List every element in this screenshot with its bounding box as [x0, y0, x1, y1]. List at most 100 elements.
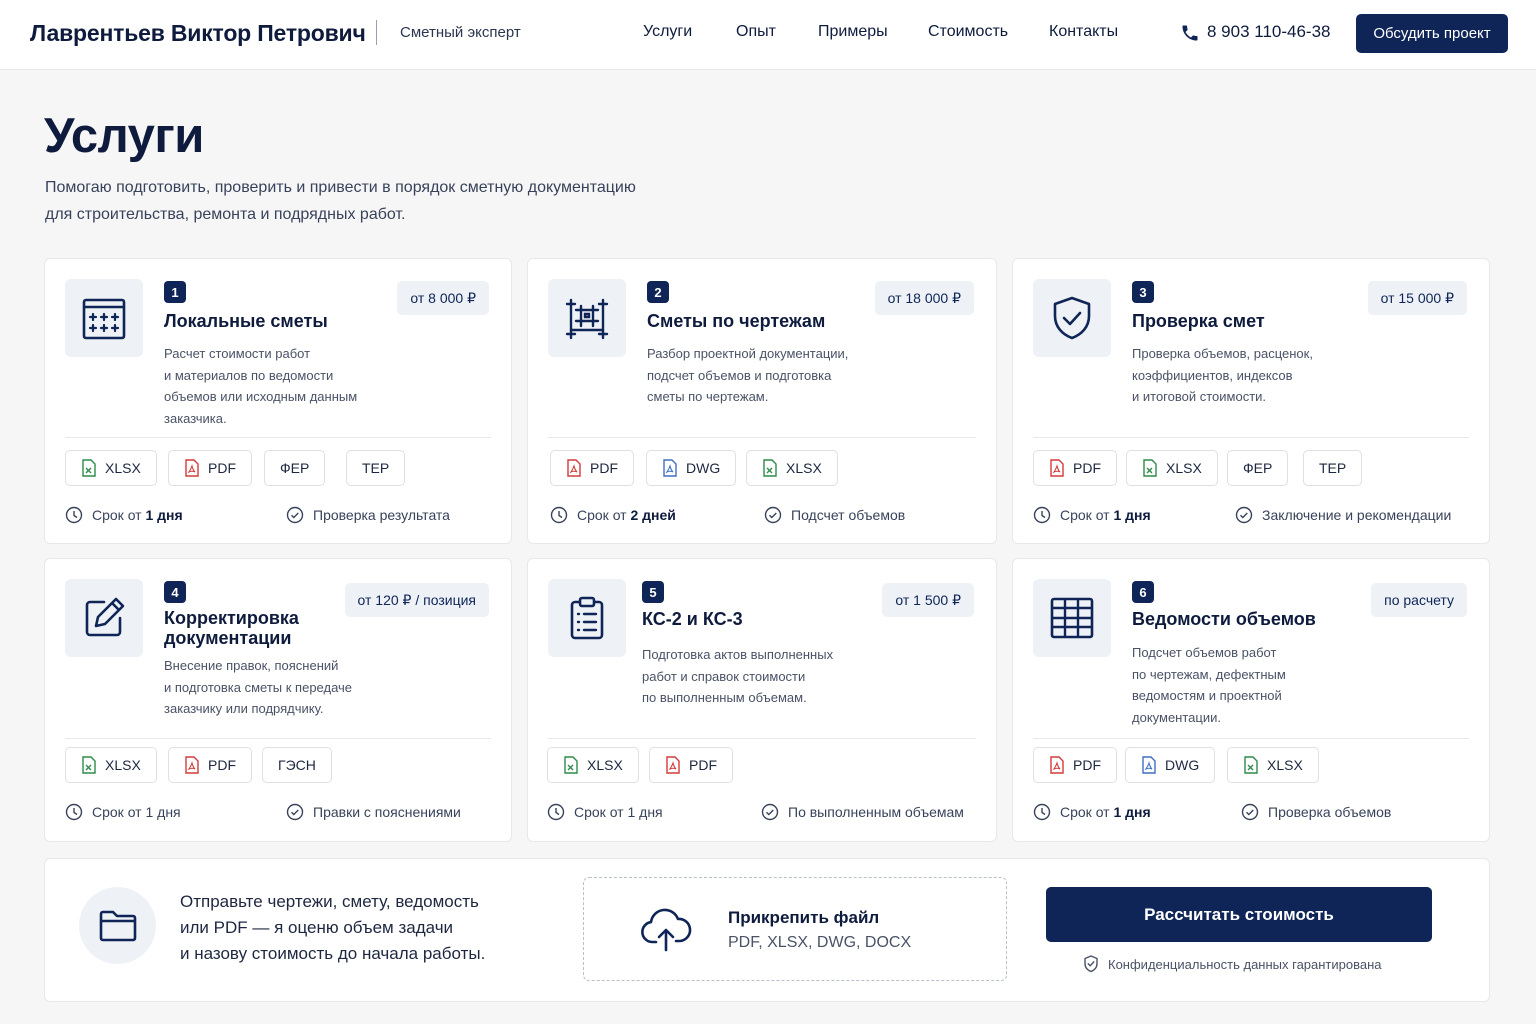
price-badge: от 1 500 ₽ [882, 583, 974, 617]
format-chip-pdf[interactable]: PDF [550, 450, 634, 486]
file-dropzone[interactable]: Прикрепить файл PDF, XLSX, DWG, DOCX [583, 877, 1007, 981]
price-badge: от 8 000 ₽ [397, 281, 489, 315]
format-chip-pdf[interactable]: PDF [168, 747, 252, 783]
chip-label: XLSX [105, 460, 141, 476]
xlsx-file-icon [763, 459, 777, 477]
format-chip-xlsx[interactable]: XLSX [65, 747, 157, 783]
clock-icon [1033, 506, 1051, 524]
format-chip-fer[interactable]: ФЕР [1227, 450, 1289, 486]
card-number-badge: 3 [1132, 281, 1154, 303]
term-value: 1 дня [1113, 507, 1151, 523]
term-value: 1 дня [145, 507, 183, 523]
card-description-line: Подсчет объемов работ [1132, 645, 1277, 660]
shield-check-small-icon [1084, 955, 1098, 973]
edit-icon [85, 597, 125, 637]
format-chip-pdf[interactable]: PDF [1033, 450, 1117, 486]
card-description-line: Разбор проектной документации, [647, 346, 849, 361]
format-chip-fer[interactable]: ФЕР [264, 450, 326, 486]
check-circle-icon [761, 803, 779, 821]
pdf-file-icon [1050, 459, 1064, 477]
nav-link-experience[interactable]: Опыт [736, 23, 776, 41]
cta-text: Отправьте чертежи, смету, ведомость или … [180, 889, 520, 967]
xlsx-file-icon [82, 459, 96, 477]
term-info: Срок от 1 дня [1033, 506, 1151, 524]
format-chip-xlsx[interactable]: XLSX [1126, 450, 1218, 486]
discuss-project-button[interactable]: Обсудить проект [1356, 14, 1508, 53]
format-chip-ter[interactable]: ТЕР [346, 450, 406, 486]
xlsx-file-icon [82, 756, 96, 774]
dwg-file-icon [1142, 756, 1156, 774]
cloud-upload-icon [641, 908, 692, 952]
service-card-ks2-ks3[interactable]: 5 КС-2 и КС-3 от 1 500 ₽ Подготовка акто… [527, 558, 997, 842]
pdf-file-icon [567, 459, 581, 477]
nav-link-examples[interactable]: Примеры [818, 23, 888, 41]
format-chip-pdf[interactable]: PDF [168, 450, 252, 486]
card-description-line: документации. [1132, 709, 1221, 725]
card-icon-box [548, 279, 626, 357]
shield-check-icon [1053, 296, 1091, 340]
check-label: Правки с пояснениями [313, 804, 461, 820]
format-chip-xlsx[interactable]: XLSX [1227, 747, 1319, 783]
card-description: Внесение правок, пояснений и подготовка … [164, 655, 414, 720]
price-badge: от 18 000 ₽ [874, 281, 974, 315]
card-description-line: по чертежам, дефектным [1132, 666, 1286, 682]
format-chip-pdf[interactable]: PDF [1033, 747, 1117, 783]
card-description: Расчет стоимости работ и материалов по в… [164, 343, 394, 429]
service-card-volume-sheets[interactable]: 6 Ведомости объемов по расчету Подсчет о… [1012, 558, 1490, 842]
chip-label: DWG [1165, 757, 1200, 773]
check-circle-icon [286, 803, 304, 821]
cta-text-line: или PDF — я оценю объем задачи [180, 918, 454, 937]
phone-number[interactable]: 8 903 110-46-38 [1207, 22, 1331, 42]
check-circle-icon [1235, 506, 1253, 524]
card-description-line: работ и справок стоимости [642, 668, 806, 684]
pdf-file-icon [185, 459, 199, 477]
chip-label: DWG [686, 460, 721, 476]
nav-link-pricing[interactable]: Стоимость [928, 23, 1008, 41]
card-title: Локальные сметы [164, 311, 328, 331]
cta-text-line: и назову стоимость до начала работы. [180, 944, 486, 963]
service-card-doc-correction[interactable]: 4 Корректировка документации от 120 ₽ / … [44, 558, 512, 842]
format-chip-pdf[interactable]: PDF [649, 747, 733, 783]
card-title: Корректировка документации [164, 608, 299, 648]
clock-icon [65, 803, 83, 821]
check-label: Заключение и рекомендации [1262, 507, 1452, 523]
check-circle-icon [764, 506, 782, 524]
service-card-estimate-review[interactable]: 3 Проверка смет от 15 000 ₽ Проверка объ… [1012, 258, 1490, 544]
card-divider [548, 738, 976, 739]
format-chip-dwg[interactable]: DWG [646, 450, 737, 486]
format-chip-gesn[interactable]: ГЭСН [262, 747, 332, 783]
clock-icon [1033, 803, 1051, 821]
chip-label: XLSX [587, 757, 623, 773]
card-divider [65, 738, 491, 739]
chip-label: PDF [1073, 460, 1101, 476]
page-description: Помогаю подготовить, проверить и привест… [45, 174, 725, 228]
nav-link-contacts[interactable]: Контакты [1049, 23, 1118, 41]
card-description-line: подсчет объемов и подготовка [647, 367, 832, 383]
card-divider [1033, 437, 1469, 438]
card-description-line: коэффициентов, индексов [1132, 367, 1293, 383]
card-description-line: Проверка объемов, расценок, [1132, 346, 1313, 361]
format-chip-xlsx[interactable]: XLSX [547, 747, 639, 783]
xlsx-file-icon [1244, 756, 1258, 774]
phone-icon [1182, 25, 1198, 41]
card-icon-box [65, 279, 143, 357]
calculate-cost-button[interactable]: Рассчитать стоимость [1046, 887, 1432, 942]
dwg-file-icon [663, 459, 677, 477]
clipboard-list-icon [570, 596, 604, 640]
chip-label: PDF [590, 460, 618, 476]
pdf-file-icon [666, 756, 680, 774]
service-card-local-estimates[interactable]: 1 Локальные сметы от 8 000 ₽ Расчет стои… [44, 258, 512, 544]
chip-label: PDF [1073, 757, 1101, 773]
format-chip-ter[interactable]: ТЕР [1303, 450, 1363, 486]
format-chip-dwg[interactable]: DWG [1125, 747, 1216, 783]
format-chip-xlsx[interactable]: XLSX [65, 450, 157, 486]
term-value: 1 дня [1113, 804, 1151, 820]
check-info: Правки с пояснениями [286, 803, 461, 821]
chip-label: PDF [689, 757, 717, 773]
card-description: Подсчет объемов работ по чертежам, дефек… [1132, 642, 1372, 728]
card-description-line: ведомостям и проектной [1132, 688, 1282, 703]
nav-link-services[interactable]: Услуги [643, 23, 692, 41]
format-chip-xlsx[interactable]: XLSX [746, 450, 838, 486]
brand-name[interactable]: Лаврентьев Виктор Петрович [30, 20, 366, 47]
service-card-drawing-estimates[interactable]: 2 Сметы по чертежам от 18 000 ₽ Разбор п… [527, 258, 997, 544]
